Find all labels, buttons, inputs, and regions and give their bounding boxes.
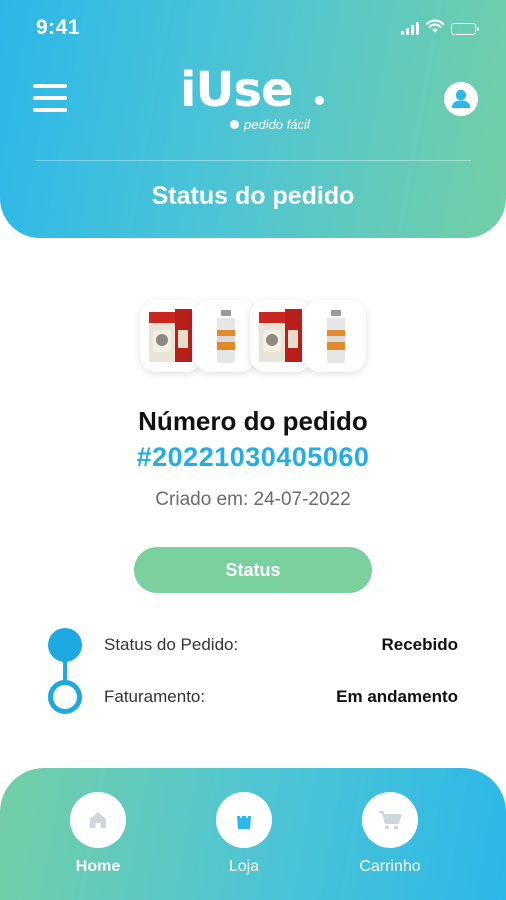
battery-icon: [451, 22, 479, 35]
home-icon: [70, 792, 126, 848]
nav-item-loja[interactable]: Loja: [199, 792, 289, 892]
timeline-step-complete-icon: [48, 628, 82, 662]
app-logo: iUse pedido fácil: [180, 62, 330, 140]
nav-item-carrinho[interactable]: Carrinho: [345, 792, 435, 892]
status-time: 9:41: [36, 16, 81, 39]
page-title: Status do pedido: [151, 182, 355, 210]
order-timeline: Status do Pedido: Recebido Faturamento: …: [0, 625, 506, 725]
logo-wordmark: iUse: [180, 62, 294, 118]
product-bottle-image: [304, 300, 366, 372]
timeline-value-order-status: Recebido: [381, 635, 458, 654]
product-box-image: [250, 300, 312, 372]
logo-dot: [315, 96, 324, 105]
timeline-label-order-status: Status do Pedido:: [104, 635, 239, 654]
shopping-bag-icon: [216, 792, 272, 848]
timeline-step-pending-icon: [48, 680, 82, 714]
header-divider: [35, 160, 471, 161]
signal-icon: [401, 22, 419, 35]
hamburger-menu-icon[interactable]: [33, 84, 67, 112]
nav-label-loja: Loja: [228, 858, 260, 875]
bottom-navigation: Home Loja Carrinho: [0, 768, 506, 900]
product-bottle-image: [194, 300, 256, 372]
cart-icon: [362, 792, 418, 848]
nav-label-carrinho: Carrinho: [359, 858, 421, 875]
order-number: #20221030405060: [136, 442, 370, 472]
status-icons: [401, 19, 479, 38]
user-profile-icon[interactable]: [444, 82, 478, 116]
product-box-image: [140, 300, 202, 372]
nav-label-home: Home: [75, 858, 121, 875]
order-created-date: Criado em: 24-07-2022: [155, 489, 351, 510]
timeline-value-billing: Em andamento: [336, 687, 458, 706]
product-thumbnails: [140, 300, 366, 372]
timeline-label-billing: Faturamento:: [104, 687, 206, 706]
order-number-label: Número do pedido: [138, 406, 368, 436]
status-bar: 9:41: [0, 0, 506, 60]
logo-tagline: pedido fácil: [230, 117, 310, 132]
status-button[interactable]: Status: [134, 547, 372, 593]
header: 9:41 iUse pedido fácil Status do pedido: [0, 0, 506, 238]
wifi-icon: [425, 19, 445, 38]
nav-item-home[interactable]: Home: [53, 792, 143, 892]
